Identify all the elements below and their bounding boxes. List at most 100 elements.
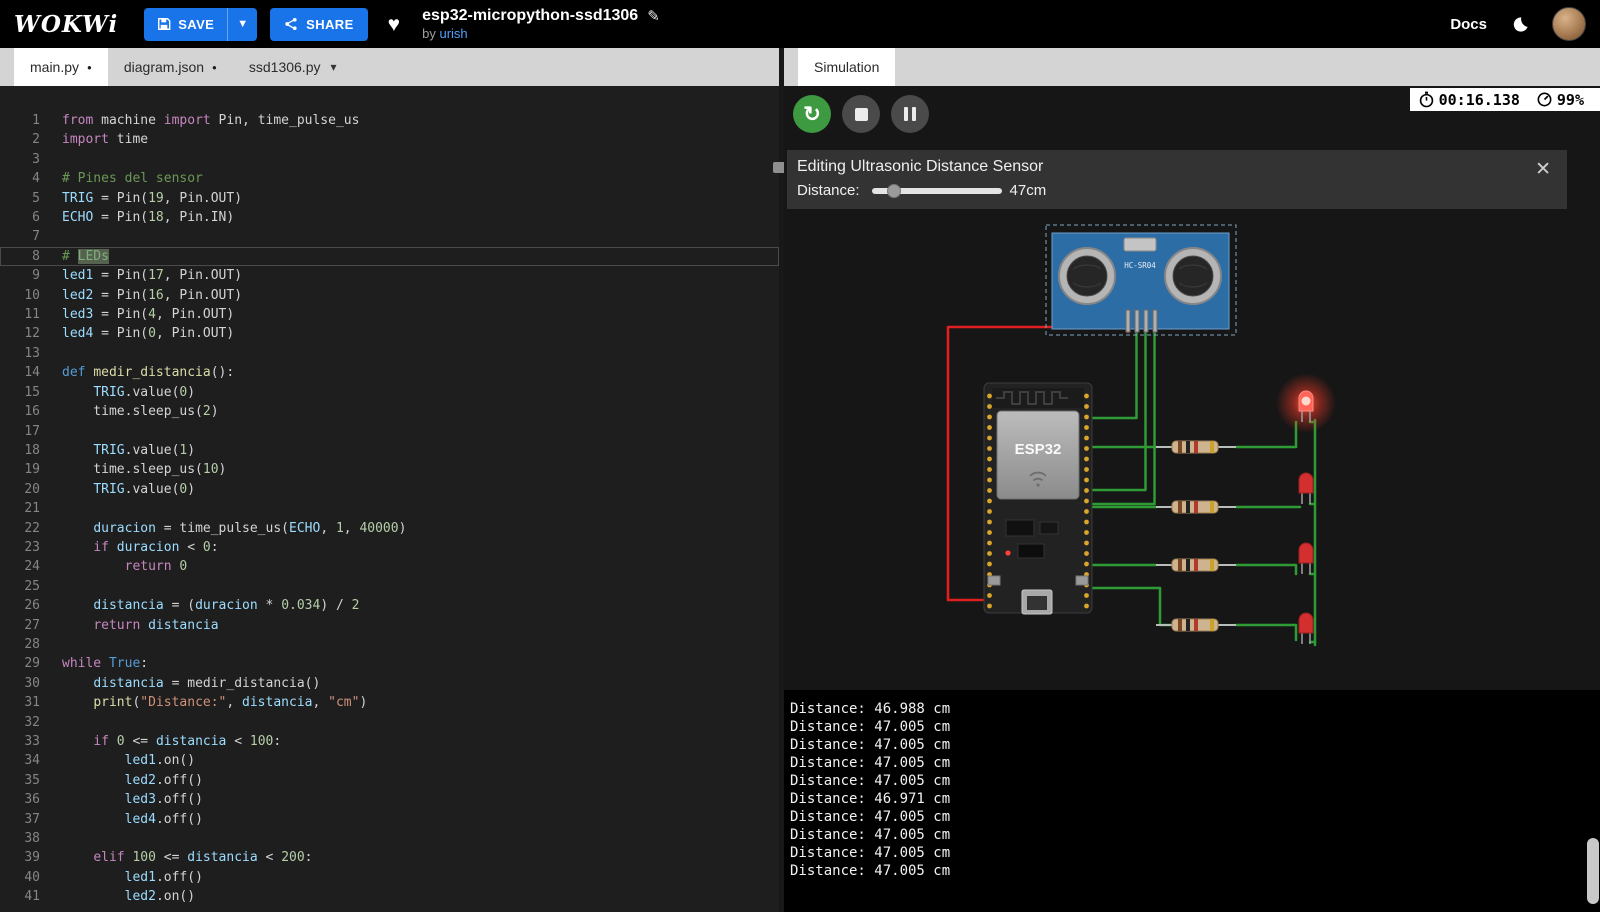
resistors[interactable] xyxy=(1156,440,1236,632)
code-line[interactable]: 18 TRIG.value(1) xyxy=(0,441,779,460)
wokwi-logo[interactable]: WOKWi xyxy=(14,11,118,38)
code-line[interactable]: 13 xyxy=(0,344,779,363)
line-number: 20 xyxy=(24,481,40,497)
en-button[interactable] xyxy=(987,575,1001,586)
serial-line: Distance: 47.005 cm xyxy=(790,773,951,789)
distance-value: 47cm xyxy=(1009,182,1047,199)
wire-green xyxy=(1234,563,1298,576)
code-line[interactable]: 22 duracion = time_pulse_us(ECHO, 1, 400… xyxy=(0,519,779,538)
code-line[interactable]: 41 led2.on() xyxy=(0,887,779,906)
heart-icon[interactable]: ♥ xyxy=(388,14,400,35)
code-line[interactable]: 29 while True: xyxy=(0,654,779,673)
code-line[interactable]: 8 # LEDs xyxy=(0,246,779,267)
code-line[interactable]: 37 led4.off() xyxy=(0,810,779,829)
sensor-label: HC-SR04 xyxy=(1124,261,1156,270)
stopwatch-icon xyxy=(1418,91,1435,108)
code-line[interactable]: 28 xyxy=(0,635,779,654)
author-link[interactable]: urish xyxy=(439,26,467,41)
code-line[interactable]: 15 TRIG.value(0) xyxy=(0,383,779,402)
ultrasonic-sensor[interactable]: HC-SR04 xyxy=(1045,224,1237,336)
edit-title-icon[interactable]: ✎ xyxy=(647,7,660,25)
stop-icon xyxy=(854,107,868,121)
code-line[interactable]: 6 ECHO = Pin(18, Pin.IN) xyxy=(0,208,779,227)
code-line[interactable]: 2 import time xyxy=(0,130,779,149)
code-line[interactable]: 40 led1.off() xyxy=(0,868,779,887)
code-line[interactable]: 17 xyxy=(0,422,779,441)
tab-ssd1306-py[interactable]: ssd1306.py ▾ xyxy=(233,48,353,86)
line-number: 26 xyxy=(24,598,40,614)
code-line[interactable]: 31 print("Distance:", distancia, "cm") xyxy=(0,693,779,712)
led[interactable] xyxy=(1298,612,1314,644)
code-line[interactable]: 9 led1 = Pin(17, Pin.OUT) xyxy=(0,266,779,285)
code-line[interactable]: 32 xyxy=(0,713,779,732)
code-line[interactable]: 4 # Pines del sensor xyxy=(0,169,779,188)
serial-line: Distance: 47.005 cm xyxy=(790,845,951,861)
restart-simulation-button[interactable]: ↻ xyxy=(793,95,831,133)
line-number: 6 xyxy=(32,210,40,226)
resistor[interactable] xyxy=(1156,558,1236,572)
led[interactable] xyxy=(1298,472,1314,504)
line-number: 4 xyxy=(32,171,40,187)
save-button[interactable]: SAVE ▼ xyxy=(144,7,258,41)
share-button[interactable]: SHARE xyxy=(270,7,368,41)
esp32-board[interactable]: ESP32 xyxy=(983,382,1093,615)
code-line[interactable]: 14 def medir_distancia(): xyxy=(0,363,779,382)
slider-thumb[interactable] xyxy=(887,183,902,198)
code-line[interactable]: 36 led3.off() xyxy=(0,790,779,809)
tab-main-py[interactable]: main.py ● xyxy=(14,48,108,86)
code-line[interactable]: 20 TRIG.value(0) xyxy=(0,480,779,499)
code-line[interactable]: 10 led2 = Pin(16, Pin.OUT) xyxy=(0,286,779,305)
line-number: 37 xyxy=(24,811,40,827)
serial-line: Distance: 46.971 cm xyxy=(790,791,951,807)
resistor[interactable] xyxy=(1156,440,1236,454)
project-title-block: esp32-micropython-ssd1306 ✎ by urish xyxy=(422,7,660,41)
resistor[interactable] xyxy=(1156,500,1236,514)
code-line[interactable]: 33 if 0 <= distancia < 100: xyxy=(0,732,779,751)
code-line[interactable]: 3 xyxy=(0,150,779,169)
tab-diagram-json[interactable]: diagram.json ● xyxy=(108,48,233,86)
line-number: 16 xyxy=(24,404,40,420)
avatar[interactable] xyxy=(1552,7,1586,41)
topbar: WOKWi SAVE ▼ SHARE ♥ esp32-micropython-s… xyxy=(0,0,1600,48)
code-line[interactable]: 1 from machine import Pin, time_pulse_us xyxy=(0,111,779,130)
save-dropdown-button[interactable]: ▼ xyxy=(227,7,257,41)
circuit-canvas[interactable]: HC-SR04 ESP32 xyxy=(784,208,1568,690)
code-line[interactable]: 39 elif 100 <= distancia < 200: xyxy=(0,848,779,867)
code-line[interactable]: 35 led2.off() xyxy=(0,771,779,790)
code-line[interactable]: 21 xyxy=(0,499,779,518)
line-number: 14 xyxy=(24,365,40,381)
code-line[interactable]: 19 time.sleep_us(10) xyxy=(0,460,779,479)
code-line[interactable]: 38 xyxy=(0,829,779,848)
serial-scrollbar[interactable] xyxy=(1587,838,1599,904)
code-editor[interactable]: 1 from machine import Pin, time_pulse_us 2… xyxy=(0,86,779,912)
code-line[interactable]: 5 TRIG = Pin(19, Pin.OUT) xyxy=(0,189,779,208)
stop-simulation-button[interactable] xyxy=(842,95,880,133)
code-line[interactable]: 11 led3 = Pin(4, Pin.OUT) xyxy=(0,305,779,324)
code-line[interactable]: 24 return 0 xyxy=(0,557,779,576)
code-line[interactable]: 23 if duracion < 0: xyxy=(0,538,779,557)
tab-simulation[interactable]: Simulation xyxy=(798,48,896,86)
resistor[interactable] xyxy=(1156,618,1236,632)
code-line[interactable]: 25 xyxy=(0,577,779,596)
code-line[interactable]: 7 xyxy=(0,227,779,246)
code-line[interactable]: 30 distancia = medir_distancia() xyxy=(0,674,779,693)
line-number: 22 xyxy=(24,520,40,536)
code-line[interactable]: 12 led4 = Pin(0, Pin.OUT) xyxy=(0,324,779,343)
code-line[interactable]: 16 time.sleep_us(2) xyxy=(0,402,779,421)
line-number: 40 xyxy=(24,869,40,885)
distance-slider[interactable] xyxy=(871,183,1002,198)
code-line[interactable]: 34 led1.on() xyxy=(0,751,779,770)
boot-button[interactable] xyxy=(1075,575,1089,586)
docs-link[interactable]: Docs xyxy=(1450,16,1487,33)
restart-icon: ↻ xyxy=(803,102,821,126)
editor-pane: main.py ● diagram.json ● ssd1306.py ▾ 1f… xyxy=(0,48,779,912)
serial-monitor[interactable]: Distance: 46.988 cm Distance: 47.005 cm Di… xyxy=(784,690,1600,912)
chevron-down-icon[interactable]: ▾ xyxy=(328,60,336,74)
dark-mode-moon-icon[interactable] xyxy=(1511,15,1530,34)
led[interactable] xyxy=(1298,542,1314,574)
pause-simulation-button[interactable] xyxy=(891,95,929,133)
code-line[interactable]: 27 return distancia xyxy=(0,616,779,635)
code-line[interactable]: 26 distancia = (duracion * 0.034) / 2 xyxy=(0,596,779,615)
close-icon[interactable]: ✕ xyxy=(1535,160,1551,179)
line-number: 3 xyxy=(32,151,40,167)
